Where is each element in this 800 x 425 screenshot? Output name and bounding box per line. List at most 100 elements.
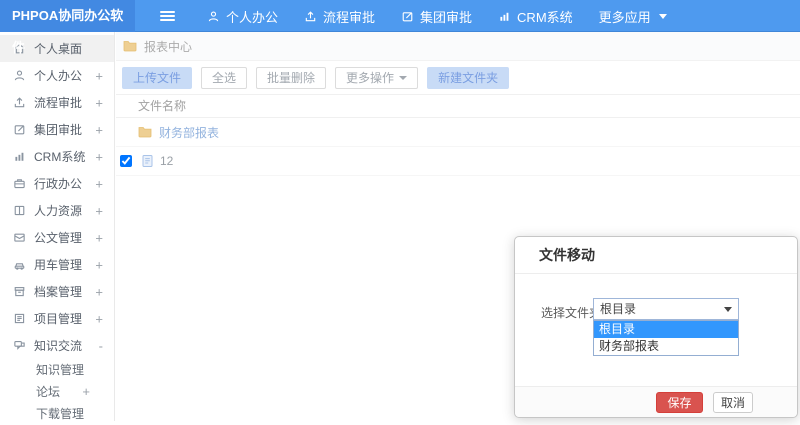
archive-icon [13,285,26,298]
sidebar-item-personal-office[interactable]: 个人办公 + [0,62,114,89]
more-operations-label: 更多操作 [346,68,394,88]
table-row[interactable]: 财务部报表 [116,118,800,147]
file-checkbox[interactable] [120,155,132,167]
sidebar-subitem-label: 论坛 [36,385,60,399]
chevron-down-icon [724,307,732,312]
new-folder-button[interactable]: 新建文件夹 [427,67,509,89]
nav-personal-office[interactable]: 个人办公 [194,0,291,32]
sidebar-item-label: 人力资源 [34,202,82,219]
nav-crm[interactable]: CRM系统 [485,0,586,32]
sidebar-item-label: 档案管理 [34,283,82,300]
sidebar-item-crm[interactable]: CRM系统 + [0,143,114,170]
top-nav: 个人办公 流程审批 集团审批 CRM系统 更多应用 [194,0,680,32]
nav-label: 更多应用 [599,7,651,26]
expand-icon[interactable]: + [95,257,103,272]
sidebar-item-project[interactable]: 项目管理 + [0,305,114,332]
folder-link[interactable]: 财务部报表 [159,124,219,141]
sidebar-item-group-approval[interactable]: 集团审批 + [0,116,114,143]
expand-icon[interactable]: + [82,381,90,403]
file-toolbar: 上传文件 全选 批量删除 更多操作 新建文件夹 [116,61,800,94]
chart-icon [498,10,511,23]
app-logo: PHPOA协同办公软件 [0,0,135,32]
option-root-directory[interactable]: 根目录 [594,321,738,338]
breadcrumb-label: 报表中心 [144,38,192,55]
project-icon [13,312,26,325]
sidebar-item-hr[interactable]: 人力资源 + [0,197,114,224]
sidebar-subitem-knowledge-mgmt[interactable]: 知识管理 [0,359,114,381]
folder-select-label: 选择文件夹 [539,304,601,321]
edit-icon [401,10,414,23]
table-row[interactable]: 12 [116,147,800,176]
expand-icon[interactable]: + [95,122,103,137]
expand-icon[interactable]: + [95,176,103,191]
option-finance-reports[interactable]: 财务部报表 [594,338,738,355]
folder-select-value: 根目录 [600,302,636,316]
folder-icon [138,126,152,138]
cancel-button[interactable]: 取消 [713,392,753,413]
collapse-icon[interactable]: - [99,338,103,353]
select-all-button[interactable]: 全选 [201,67,247,89]
sidebar-subitem-label: 知识管理 [36,363,84,377]
sidebar-subitem-download-mgmt[interactable]: 下载管理 [0,403,114,425]
sidebar-subitem-label: 下载管理 [36,407,84,421]
dialog-footer: 保存 取消 [515,386,797,417]
sidebar-subitem-forum[interactable]: 论坛 + [0,381,114,403]
file-list-header: 文件名称 [116,94,800,118]
nav-workflow-approval[interactable]: 流程审批 [291,0,388,32]
edit-icon [13,123,26,136]
sidebar-item-label: 行政办公 [34,175,82,192]
sidebar-item-vehicle[interactable]: 用车管理 + [0,251,114,278]
batch-delete-button[interactable]: 批量删除 [256,67,326,89]
expand-icon[interactable]: + [95,284,103,299]
expand-icon[interactable]: + [95,311,103,326]
book-icon [13,204,26,217]
person-icon [207,10,220,23]
top-header: PHPOA协同办公软件 个人办公 流程审批 集团审批 CRM系统 更多应用 [0,0,800,32]
nav-label: 流程审批 [323,7,375,26]
save-button[interactable]: 保存 [656,392,703,413]
nav-more-apps[interactable]: 更多应用 [586,0,680,32]
sidebar-item-label: 流程审批 [34,94,82,111]
sidebar-item-workflow[interactable]: 流程审批 + [0,89,114,116]
expand-icon[interactable]: + [95,68,103,83]
file-icon [141,154,154,168]
chevron-down-icon [399,76,407,80]
sidebar: 个人桌面 个人办公 + 流程审批 + 集团审批 + CRM系统 + 行政办公 +… [0,32,115,421]
upload-file-button[interactable]: 上传文件 [122,67,192,89]
nav-label: 个人办公 [226,7,278,26]
car-icon [13,258,26,271]
file-move-dialog: 文件移动 选择文件夹 根目录 根目录 财务部报表 保存 取消 [514,236,798,418]
chart-icon [13,150,26,163]
flow-icon [13,96,26,109]
sidebar-item-knowledge[interactable]: 知识交流 - [0,332,114,359]
expand-icon[interactable]: + [95,95,103,110]
sidebar-item-label: 知识交流 [34,337,82,354]
folder-select-options: 根目录 财务部报表 [593,320,739,356]
sidebar-item-label: 集团审批 [34,121,82,138]
flow-icon [304,10,317,23]
sidebar-item-label: CRM系统 [34,148,85,165]
menu-toggle-icon[interactable] [160,11,175,22]
chat-icon [13,339,26,352]
expand-icon[interactable]: + [95,203,103,218]
sidebar-item-label: 项目管理 [34,310,82,327]
sidebar-item-label: 用车管理 [34,256,82,273]
expand-icon[interactable]: + [95,149,103,164]
file-name: 12 [160,154,173,168]
chevron-down-icon [659,14,667,19]
sidebar-item-admin-office[interactable]: 行政办公 + [0,170,114,197]
sidebar-item-archive[interactable]: 档案管理 + [0,278,114,305]
nav-label: 集团审批 [420,7,472,26]
mail-icon [13,231,26,244]
expand-icon[interactable]: + [95,230,103,245]
more-operations-button[interactable]: 更多操作 [335,67,418,89]
sidebar-item-label: 个人桌面 [34,40,82,57]
sidebar-item-label: 公文管理 [34,229,82,246]
nav-group-approval[interactable]: 集团审批 [388,0,485,32]
folder-select[interactable]: 根目录 [593,298,739,320]
sidebar-item-documents[interactable]: 公文管理 + [0,224,114,251]
sidebar-item-label: 个人办公 [34,67,82,84]
nav-label: CRM系统 [517,7,573,26]
dialog-title: 文件移动 [515,237,797,274]
folder-icon [123,40,137,52]
